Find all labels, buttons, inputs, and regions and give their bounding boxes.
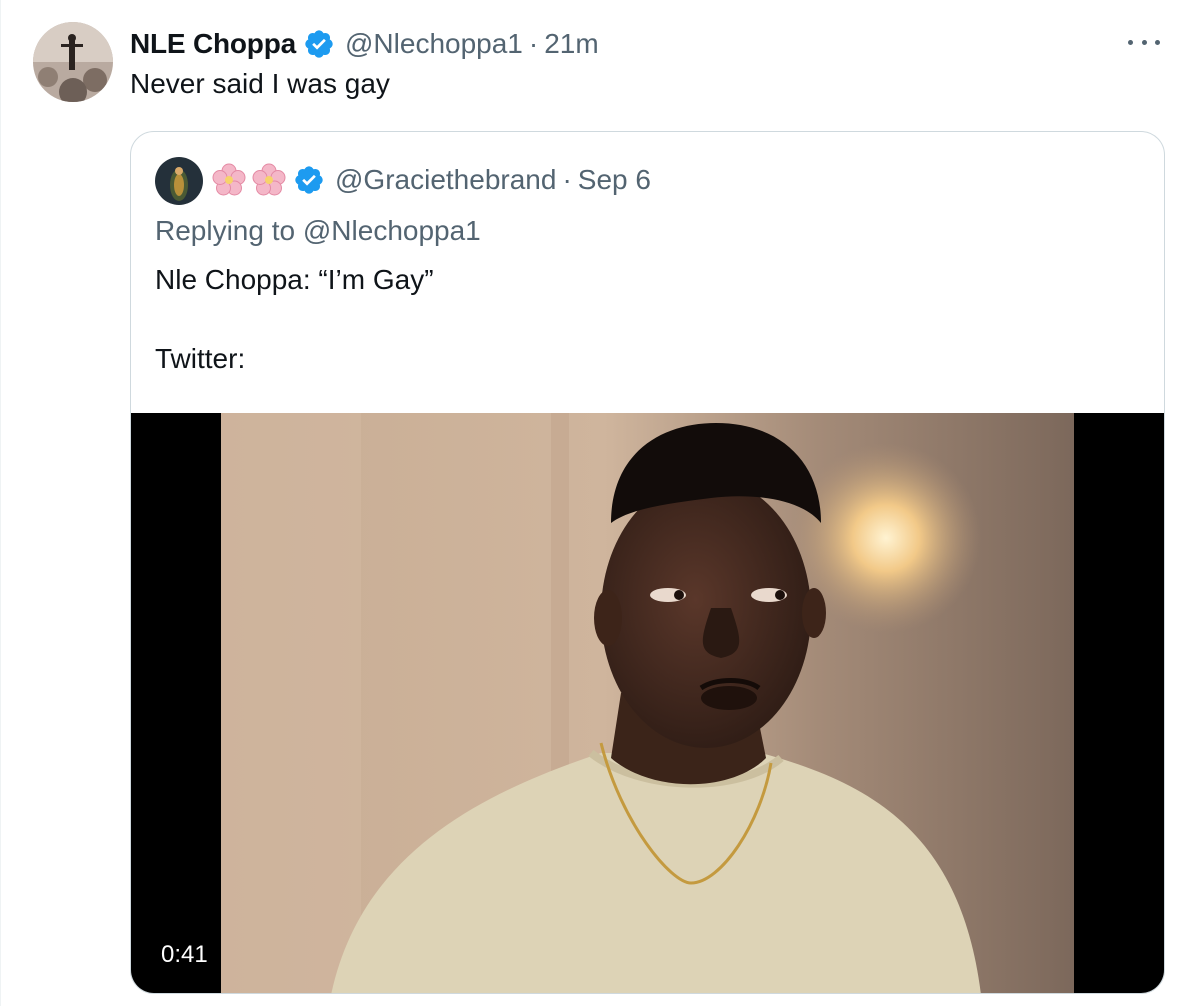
more-horizontal-icon[interactable] [1128,30,1160,54]
verified-badge-icon [293,164,325,196]
cherry-blossom-icon [251,162,287,198]
replying-user: @Nlechoppa1 [302,215,481,246]
timeline-border [0,0,1,1006]
tweet-header: NLE Choppa @Nlechoppa1 · 21m [130,24,599,64]
separator-dot: · [528,28,539,59]
replying-label: Replying to [155,215,296,246]
verified-badge-icon [303,28,335,60]
quoted-tweet-text-line-2: Twitter: [155,343,246,374]
quoted-tweet-text-line-1: Nle Choppa: “I’m Gay” [155,264,434,295]
video-player[interactable]: 0:41 [131,413,1164,993]
quoted-tweet-header: @Graciethebrand · Sep 6 [211,160,651,200]
author-handle[interactable]: @Nlechoppa1 [345,28,523,60]
tweet-text: Never said I was gay [130,68,390,99]
video-duration-badge: 0:41 [151,937,218,973]
quoted-tweet[interactable]: @Graciethebrand · Sep 6 Replying to @Nle… [130,131,1165,994]
replying-to: Replying to @Nlechoppa1 [155,215,481,247]
tweet-timestamp[interactable]: 21m [544,28,598,60]
quoted-author-handle: @Graciethebrand [335,164,557,195]
author-avatar[interactable] [33,22,113,102]
quoted-tweet-timestamp: Sep 6 [577,164,651,195]
separator-dot: · [562,164,572,195]
video-thumbnail [221,413,1074,993]
quoted-author-avatar [155,157,203,205]
author-display-name[interactable]: NLE Choppa [130,28,296,60]
cherry-blossom-icon [211,162,247,198]
